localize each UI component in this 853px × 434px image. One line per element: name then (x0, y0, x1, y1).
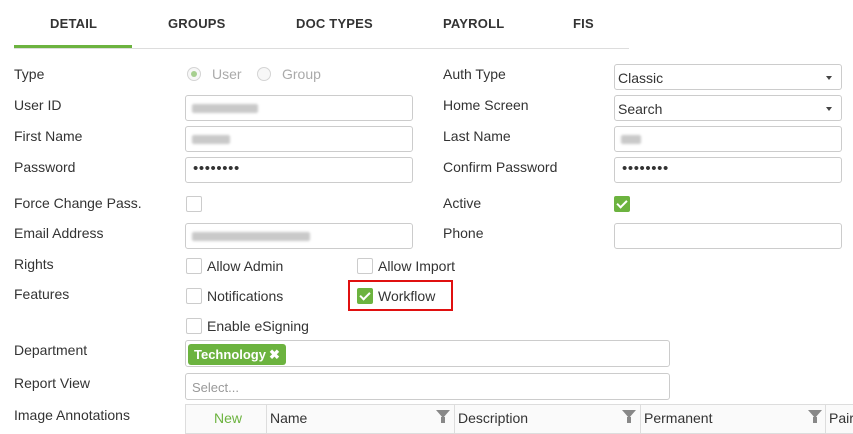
active-tab-indicator (14, 45, 132, 48)
report-view-select[interactable]: Select... (185, 373, 670, 400)
email-label: Email Address (14, 225, 104, 241)
notifications-checkbox[interactable] (186, 288, 202, 304)
confirm-password-value: •••••••• (622, 160, 669, 177)
auth-type-select[interactable]: Classic (614, 64, 842, 90)
filter-icon[interactable] (808, 410, 822, 423)
department-tag: Technology ✖ (188, 344, 286, 365)
chevron-down-icon (826, 76, 832, 80)
active-label: Active (443, 195, 482, 211)
allow-admin-checkbox[interactable] (186, 258, 202, 274)
phone-input[interactable] (614, 223, 842, 249)
grid-header-permanent-label: Permanent (644, 410, 713, 426)
grid-header-permanent[interactable]: Permanent (641, 405, 826, 433)
esigning-label: Enable eSigning (207, 318, 309, 334)
grid-new-column: New (186, 405, 267, 433)
image-annotations-label: Image Annotations (14, 407, 130, 423)
type-label: Type (14, 66, 45, 82)
grid-header-name-label: Name (270, 410, 308, 426)
rights-label: Rights (14, 256, 54, 272)
report-view-placeholder: Select... (192, 380, 239, 395)
tab-fis[interactable]: FIS (573, 16, 594, 31)
last-name-input[interactable] (614, 126, 842, 152)
type-group-label: Group (282, 66, 321, 82)
remove-tag-icon[interactable]: ✖ (269, 347, 280, 362)
grid-header-description[interactable]: Description (455, 405, 641, 433)
grid-header-pair[interactable]: Pair (826, 405, 853, 433)
password-value: •••••••• (193, 160, 240, 177)
tab-payroll[interactable]: PAYROLL (443, 16, 504, 31)
features-label: Features (14, 286, 70, 302)
auth-type-value: Classic (618, 70, 664, 86)
workflow-label: Workflow (378, 288, 436, 304)
annotations-grid: New Name Description Permanent Pair (185, 404, 853, 434)
redacted-value (192, 232, 310, 241)
type-user-radio[interactable] (187, 67, 201, 81)
user-id-input[interactable] (185, 95, 413, 121)
auth-type-label: Auth Type (443, 66, 506, 82)
department-tag-label: Technology (194, 347, 266, 362)
home-screen-value: Search (618, 101, 663, 117)
home-screen-label: Home Screen (443, 97, 529, 113)
confirm-password-input[interactable]: •••••••• (614, 157, 842, 183)
department-label: Department (14, 342, 88, 358)
force-change-checkbox[interactable] (186, 196, 202, 212)
tab-bar: DETAIL GROUPS DOC TYPES PAYROLL FIS (14, 0, 629, 49)
notifications-label: Notifications (207, 288, 284, 304)
allow-admin-label: Allow Admin (207, 258, 284, 274)
new-annotation-button[interactable]: New (214, 410, 242, 426)
first-name-label: First Name (14, 128, 83, 144)
grid-header-description-label: Description (458, 410, 529, 426)
force-change-label: Force Change Pass. (14, 195, 142, 211)
redacted-value (192, 135, 230, 144)
esigning-checkbox[interactable] (186, 318, 202, 334)
tab-doc-types[interactable]: DOC TYPES (296, 16, 373, 31)
password-label: Password (14, 159, 76, 175)
allow-import-label: Allow Import (378, 258, 456, 274)
home-screen-select[interactable]: Search (614, 95, 842, 121)
user-id-label: User ID (14, 97, 62, 113)
allow-import-checkbox[interactable] (357, 258, 373, 274)
first-name-input[interactable] (185, 126, 413, 152)
redacted-value (192, 104, 258, 113)
confirm-password-label: Confirm Password (443, 159, 558, 175)
password-input[interactable]: •••••••• (185, 157, 413, 183)
grid-header-name[interactable]: Name (267, 405, 455, 433)
type-group-radio[interactable] (257, 67, 271, 81)
redacted-value (621, 135, 641, 144)
type-user-label: User (212, 66, 242, 82)
phone-label: Phone (443, 225, 484, 241)
workflow-checkbox[interactable] (357, 288, 373, 304)
filter-icon[interactable] (436, 410, 450, 423)
email-input[interactable] (185, 223, 413, 249)
tab-groups[interactable]: GROUPS (168, 16, 226, 31)
filter-icon[interactable] (622, 410, 636, 423)
tab-detail[interactable]: DETAIL (50, 16, 97, 31)
grid-header-pair-label: Pair (829, 410, 853, 426)
active-checkbox[interactable] (614, 196, 630, 212)
chevron-down-icon (826, 107, 832, 111)
last-name-label: Last Name (443, 128, 511, 144)
report-view-label: Report View (14, 375, 91, 391)
